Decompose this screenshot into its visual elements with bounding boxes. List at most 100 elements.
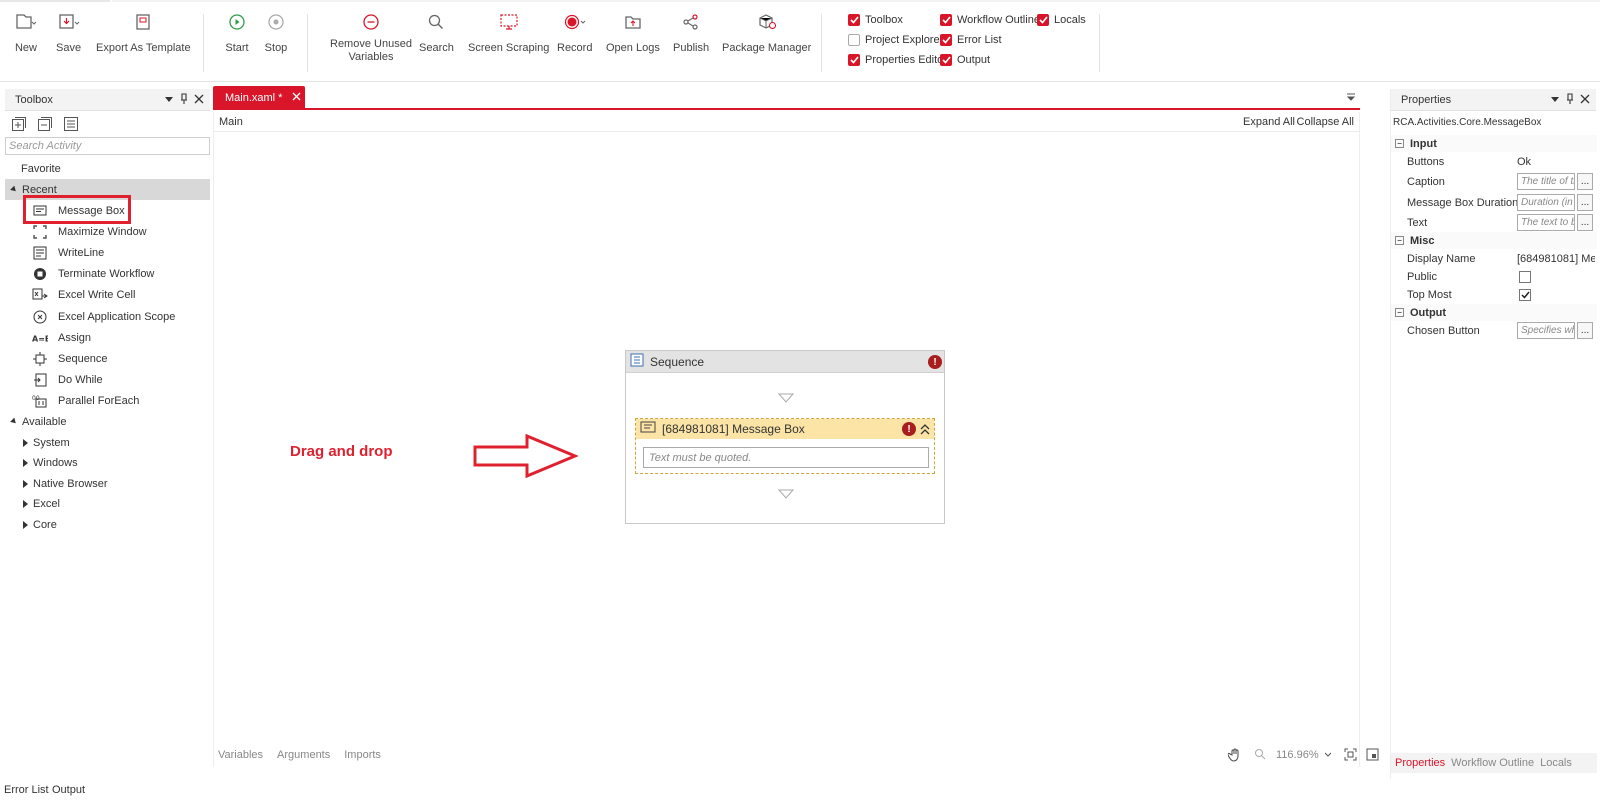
- collapse-category-icon[interactable]: −: [1395, 139, 1404, 148]
- output-tab[interactable]: Output: [52, 784, 85, 796]
- toolbox-item[interactable]: Excel Write Cell: [5, 285, 210, 306]
- collapse-all-link[interactable]: Collapse All: [1297, 116, 1354, 128]
- error-list-toggle[interactable]: Error List: [940, 34, 1002, 46]
- tab-main-xaml[interactable]: Main.xaml *: [213, 86, 305, 109]
- chosen-button-input[interactable]: Specifies which button was pressed: [1517, 322, 1575, 339]
- toolbox-item[interactable]: Do While: [5, 370, 210, 391]
- ribbon-toolbar: New Save Export As Template Start Stop R…: [0, 0, 1600, 82]
- available-category-item[interactable]: Core: [5, 514, 210, 535]
- collapse-category-icon[interactable]: −: [1395, 308, 1404, 317]
- designer-canvas[interactable]: Main Expand All Collapse All Drag and dr…: [213, 112, 1379, 767]
- toolbox-item[interactable]: 00 Parallel ForEach: [5, 391, 210, 412]
- stop-button[interactable]: Stop: [264, 10, 288, 55]
- remove-unused-variables-button[interactable]: Remove Unused Variables: [330, 10, 412, 64]
- pin-icon[interactable]: [179, 93, 189, 108]
- save-button[interactable]: Save: [56, 10, 81, 55]
- caption-input[interactable]: The title of the message box: [1517, 173, 1575, 190]
- close-icon[interactable]: [194, 93, 204, 108]
- collapse-category-icon[interactable]: −: [1395, 236, 1404, 245]
- project-explorer-toggle[interactable]: Project Explorer: [848, 34, 943, 46]
- available-category[interactable]: Available: [5, 411, 210, 432]
- properties-editor-toggle[interactable]: Properties Editor: [848, 54, 947, 66]
- drop-target-icon[interactable]: [778, 393, 794, 403]
- duration-expression-button[interactable]: ...: [1577, 194, 1593, 211]
- record-button[interactable]: Record: [557, 10, 592, 55]
- misc-category[interactable]: − Misc: [1391, 232, 1597, 249]
- favorite-category[interactable]: Favorite: [5, 158, 210, 179]
- locals-toggle[interactable]: Locals: [1037, 14, 1086, 26]
- activity-type-name: RCA.Activities.Core.MessageBox: [1393, 117, 1542, 128]
- buttons-value[interactable]: Ok: [1517, 156, 1531, 168]
- close-tab-icon[interactable]: [292, 92, 301, 104]
- export-template-button[interactable]: Export As Template: [96, 10, 191, 55]
- properties-tab[interactable]: Properties: [1395, 757, 1445, 769]
- available-category-item[interactable]: System: [5, 432, 210, 453]
- toolbox-item[interactable]: Sequence: [5, 348, 210, 369]
- overview-icon[interactable]: [1366, 748, 1379, 764]
- toolbox-item[interactable]: A=B Assign: [5, 327, 210, 348]
- available-category-item[interactable]: Native Browser: [5, 473, 210, 494]
- zoom-dropdown-icon[interactable]: [1324, 749, 1332, 761]
- output-category[interactable]: − Output: [1391, 304, 1597, 321]
- dropdown-icon[interactable]: [164, 93, 174, 108]
- available-category-item[interactable]: Excel: [5, 494, 210, 515]
- locals-tab[interactable]: Locals: [1540, 757, 1572, 769]
- start-button[interactable]: Start: [225, 10, 249, 55]
- bottom-panel-tabs: Error List Output: [0, 780, 1600, 801]
- zoom-icon[interactable]: [1254, 748, 1266, 763]
- message-text-input[interactable]: Text must be quoted.: [643, 447, 929, 468]
- error-icon: !: [928, 355, 942, 369]
- close-icon[interactable]: [1580, 93, 1590, 108]
- toolbox-item[interactable]: Excel Application Scope: [5, 306, 210, 327]
- arguments-tab[interactable]: Arguments: [277, 749, 330, 761]
- imports-tab[interactable]: Imports: [344, 749, 381, 761]
- public-checkbox[interactable]: [1519, 271, 1531, 283]
- caption-expression-button[interactable]: ...: [1577, 173, 1593, 190]
- breadcrumb[interactable]: Main: [219, 116, 243, 128]
- toolbox-toggle[interactable]: Toolbox: [848, 14, 903, 26]
- toolbox-item[interactable]: Terminate Workflow: [5, 264, 210, 285]
- output-toggle[interactable]: Output: [940, 54, 990, 66]
- error-list-tab[interactable]: Error List: [4, 784, 49, 796]
- hand-pan-icon[interactable]: [1227, 748, 1242, 765]
- workflow-outline-tab[interactable]: Workflow Outline: [1451, 757, 1534, 769]
- fit-to-screen-icon[interactable]: [1344, 748, 1357, 764]
- text-expression-button[interactable]: ...: [1577, 214, 1593, 231]
- collapse-all-icon[interactable]: [37, 116, 53, 135]
- workflow-outline-toggle[interactable]: Workflow Outline: [940, 14, 1040, 26]
- text-input[interactable]: The text to be displayed: [1517, 214, 1575, 231]
- dropdown-icon[interactable]: [1550, 93, 1560, 108]
- expand-all-link[interactable]: Expand All: [1243, 116, 1295, 128]
- top-most-label: Top Most: [1407, 289, 1452, 301]
- sequence-header[interactable]: Sequence !: [626, 351, 944, 373]
- tab-overflow-icon[interactable]: [1346, 92, 1356, 105]
- package-manager-button[interactable]: Package Manager: [722, 10, 811, 55]
- zoom-level[interactable]: 116.96%: [1276, 749, 1319, 761]
- duration-input[interactable]: Duration (in ms): [1517, 194, 1575, 211]
- message-box-header[interactable]: [684981081] Message Box !: [636, 419, 934, 439]
- expand-all-icon[interactable]: [11, 116, 27, 135]
- open-logs-button[interactable]: Open Logs: [606, 10, 660, 55]
- excel-cell-icon: [32, 287, 48, 303]
- drop-target-icon[interactable]: [778, 489, 794, 499]
- available-category-item[interactable]: Windows: [5, 453, 210, 474]
- variables-tab[interactable]: Variables: [218, 749, 263, 761]
- message-box-activity[interactable]: [684981081] Message Box ! Text must be q…: [635, 418, 935, 474]
- top-most-checkbox[interactable]: [1519, 289, 1531, 301]
- sequence-activity[interactable]: Sequence ! [684981081] Message Box ! Tex…: [625, 350, 945, 524]
- terminate-icon: [32, 266, 48, 282]
- new-button[interactable]: New: [14, 10, 38, 55]
- collapse-icon[interactable]: [919, 422, 931, 439]
- publish-button[interactable]: Publish: [673, 10, 709, 55]
- screen-scraping-button[interactable]: Screen Scraping: [468, 10, 549, 55]
- list-view-icon[interactable]: [63, 116, 79, 135]
- toolbox-item[interactable]: WriteLine: [5, 242, 210, 263]
- search-button[interactable]: Search: [419, 10, 454, 55]
- input-category[interactable]: − Input: [1391, 135, 1597, 152]
- search-activity-input[interactable]: Search Activity: [5, 137, 210, 155]
- toolbox-item-label: Excel Write Cell: [58, 289, 136, 302]
- chosen-button-expression-button[interactable]: ...: [1577, 322, 1593, 339]
- display-name-value[interactable]: [684981081] Message Box: [1517, 253, 1595, 265]
- toolbox-item[interactable]: Maximize Window: [5, 221, 210, 242]
- pin-icon[interactable]: [1565, 93, 1575, 108]
